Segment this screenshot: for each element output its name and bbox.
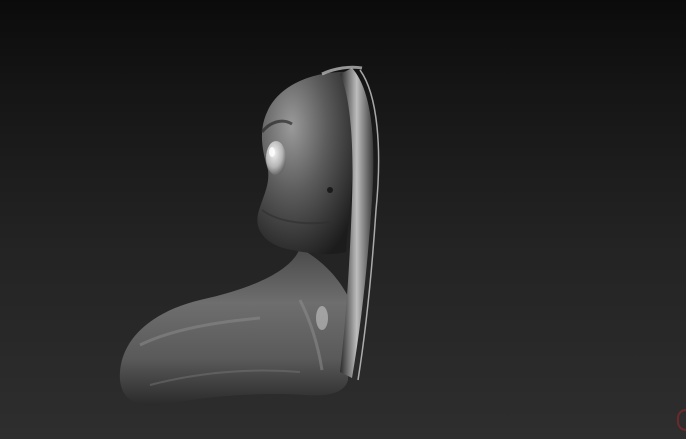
neck-body [119, 248, 350, 406]
sculpt-model[interactable] [0, 0, 686, 439]
eye [266, 141, 286, 175]
3d-viewport-canvas[interactable] [0, 0, 686, 439]
viewport-corner-marker [677, 409, 686, 431]
